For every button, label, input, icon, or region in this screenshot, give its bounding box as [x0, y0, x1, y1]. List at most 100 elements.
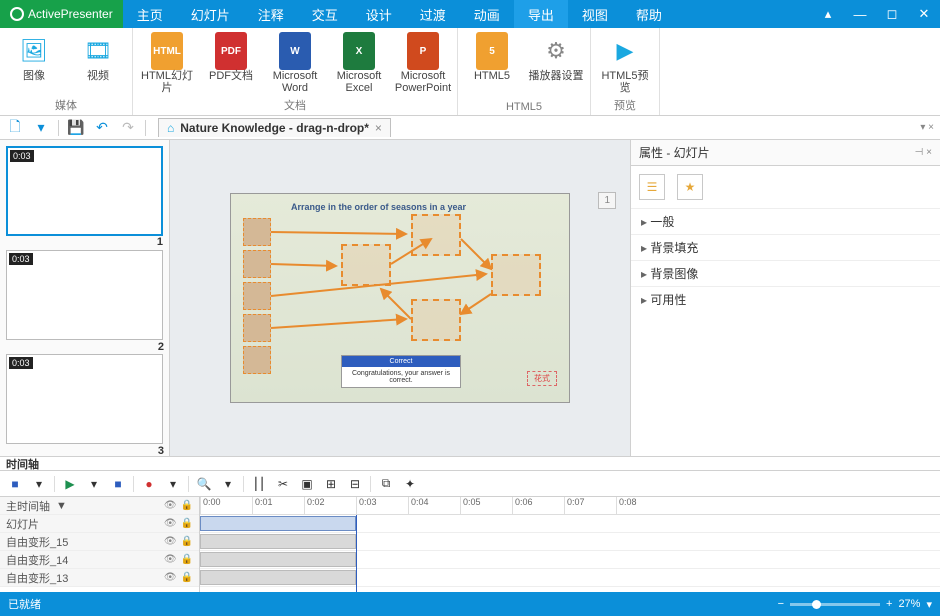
- menu-tab[interactable]: 导出: [514, 0, 568, 28]
- zoom-drop-icon[interactable]: ▾: [926, 598, 932, 611]
- visibility-icon[interactable]: 👁: [164, 500, 177, 511]
- drag-item[interactable]: [243, 250, 271, 278]
- timeline-lane[interactable]: [200, 569, 940, 587]
- ribbon-button[interactable]: HTMLHTML幻灯片: [139, 32, 195, 95]
- ribbon-button[interactable]: WMicrosoft Word: [267, 32, 323, 95]
- open-button[interactable]: ▾: [32, 119, 50, 137]
- track-row[interactable]: 幻灯片👁🔒: [0, 515, 199, 533]
- zoom-button[interactable]: 🔍: [195, 475, 213, 493]
- ribbon-button[interactable]: ⚙播放器设置: [528, 32, 584, 99]
- play-button[interactable]: ▶: [61, 475, 79, 493]
- menu-tab[interactable]: 动画: [460, 0, 514, 28]
- record-stop-button[interactable]: ■: [109, 475, 127, 493]
- menu-tab[interactable]: 设计: [352, 0, 406, 28]
- menu-tab[interactable]: 注释: [244, 0, 298, 28]
- drop-zone[interactable]: [411, 299, 461, 341]
- ribbon-collapse-icon[interactable]: ▴: [812, 0, 844, 28]
- properties-title: 属性 - 幻灯片: [639, 144, 710, 161]
- ribbon-button[interactable]: PDFPDF文档: [203, 32, 259, 95]
- ribbon-button[interactable]: 🎞视频: [70, 32, 126, 95]
- timeline-lane[interactable]: [200, 515, 940, 533]
- drag-item[interactable]: [243, 218, 271, 246]
- minimize-icon[interactable]: —: [844, 0, 876, 28]
- slide-thumbnail[interactable]: 0:033: [6, 354, 163, 444]
- timeline-lane[interactable]: [200, 533, 940, 551]
- props-tab-slide[interactable]: ☰: [639, 174, 665, 200]
- track-row[interactable]: 自由变形_14👁🔒: [0, 551, 199, 569]
- time-ruler[interactable]: 0:000:010:020:030:040:050:060:070:08: [200, 497, 940, 515]
- menu-tab[interactable]: 帮助: [622, 0, 676, 28]
- track-row[interactable]: 自由变形_15👁🔒: [0, 533, 199, 551]
- track-header-main[interactable]: 主时间轴▼👁🔒: [0, 497, 199, 515]
- record-drop-button[interactable]: ▾: [164, 475, 182, 493]
- ribbon-group: 5HTML5⚙播放器设置HTML5: [458, 28, 591, 115]
- play-drop-button[interactable]: ▾: [85, 475, 103, 493]
- drag-item[interactable]: [243, 346, 271, 374]
- property-section[interactable]: 一般: [631, 208, 940, 234]
- zoom-in-button[interactable]: +: [886, 598, 892, 610]
- property-section[interactable]: 可用性: [631, 286, 940, 312]
- property-section[interactable]: 背景图像: [631, 260, 940, 286]
- ribbon-button[interactable]: ▶HTML5预览: [597, 32, 653, 95]
- main-menu: 主页幻灯片注释交互设计过渡动画导出视图帮助: [123, 0, 676, 28]
- zoom-slider[interactable]: [790, 603, 880, 606]
- menu-tab[interactable]: 过渡: [406, 0, 460, 28]
- status-text: 已就绪: [8, 596, 41, 612]
- ribbon-button[interactable]: XMicrosoft Excel: [331, 32, 387, 95]
- slide-panel: 0:031 0:032 0:033: [0, 140, 170, 456]
- drag-item[interactable]: [243, 314, 271, 342]
- zoom-drop-button[interactable]: ▾: [219, 475, 237, 493]
- record-button[interactable]: ●: [140, 475, 158, 493]
- panel-pin-icon[interactable]: ⊣ ×: [915, 147, 932, 158]
- ribbon-button[interactable]: 🖼图像: [6, 32, 62, 95]
- timeline-lane[interactable]: [200, 551, 940, 569]
- menu-tab[interactable]: 主页: [123, 0, 177, 28]
- ribbon-group: ▶HTML5预览预览: [591, 28, 660, 115]
- marker-button[interactable]: ✦: [401, 475, 419, 493]
- playhead[interactable]: [356, 515, 357, 592]
- slide-thumbnail[interactable]: 0:031: [6, 146, 163, 236]
- redo-button[interactable]: ↷: [119, 119, 137, 137]
- maximize-icon[interactable]: ◻: [876, 0, 908, 28]
- crop-button[interactable]: ▣: [298, 475, 316, 493]
- menu-tab[interactable]: 交互: [298, 0, 352, 28]
- ribbon-button[interactable]: 5HTML5: [464, 32, 520, 99]
- props-tab-star[interactable]: ★: [677, 174, 703, 200]
- property-section[interactable]: 背景填充: [631, 234, 940, 260]
- insert-button[interactable]: ⊞: [322, 475, 340, 493]
- prev-button[interactable]: ▾: [30, 475, 48, 493]
- page-badge: 1: [598, 192, 616, 209]
- statusbar: 已就绪 − + 27% ▾: [0, 592, 940, 616]
- drag-item[interactable]: [243, 282, 271, 310]
- app-menu-button[interactable]: ActivePresenter: [0, 0, 123, 28]
- zoom-out-button[interactable]: −: [778, 598, 784, 610]
- undo-button[interactable]: ↶: [93, 119, 111, 137]
- lock-icon[interactable]: 🔒: [181, 500, 193, 511]
- stop-button[interactable]: ■: [6, 475, 24, 493]
- ribbon-group: HTMLHTML幻灯片PDFPDF文档WMicrosoft WordXMicro…: [133, 28, 458, 115]
- slide-thumbnail[interactable]: 0:032: [6, 250, 163, 340]
- menu-tab[interactable]: 视图: [568, 0, 622, 28]
- quick-access-toolbar: 🗋 ▾ 💾 ↶ ↷ ⌂ Nature Knowledge - drag-n-dr…: [0, 116, 940, 140]
- drop-zone[interactable]: [341, 244, 391, 286]
- home-icon: ⌂: [167, 121, 174, 135]
- menu-tab[interactable]: 幻灯片: [177, 0, 244, 28]
- slide-canvas[interactable]: Arrange in the order of seasons in a yea…: [230, 193, 570, 403]
- delete-button[interactable]: ⊟: [346, 475, 364, 493]
- cut-button[interactable]: ✂: [274, 475, 292, 493]
- canvas-area[interactable]: Arrange in the order of seasons in a yea…: [170, 140, 630, 456]
- drop-zone[interactable]: [491, 254, 541, 296]
- panel-controls-icon[interactable]: ▾ ×: [920, 122, 934, 133]
- new-button[interactable]: 🗋: [6, 119, 24, 137]
- split-button[interactable]: ⎮⎮: [250, 475, 268, 493]
- zoom-value: 27%: [898, 598, 920, 610]
- snap-button[interactable]: ⧉: [377, 475, 395, 493]
- feedback-dialog[interactable]: Correct Congratulations, your answer is …: [341, 355, 461, 388]
- save-button[interactable]: 💾: [67, 119, 85, 137]
- close-icon[interactable]: ✕: [908, 0, 940, 28]
- ribbon-button[interactable]: PMicrosoft PowerPoint: [395, 32, 451, 95]
- close-tab-icon[interactable]: ×: [375, 121, 382, 135]
- drop-zone[interactable]: [411, 214, 461, 256]
- track-row[interactable]: 自由变形_13👁🔒: [0, 569, 199, 587]
- document-tab[interactable]: ⌂ Nature Knowledge - drag-n-drop* ×: [158, 118, 391, 137]
